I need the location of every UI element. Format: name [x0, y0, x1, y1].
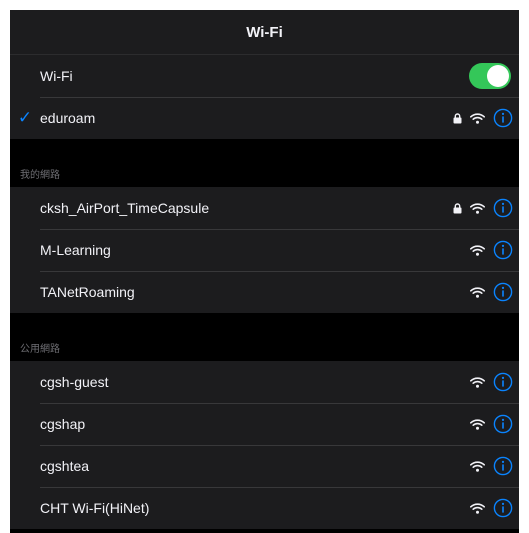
- wifi-main-group: Wi-Fi ✓ eduroam: [10, 55, 519, 139]
- info-icon[interactable]: [493, 414, 513, 434]
- wifi-icon: [470, 112, 485, 124]
- public-networks-group: cgsh-guest cgshap cgshtea CHT Wi-Fi(HiNe…: [10, 361, 519, 529]
- network-row[interactable]: M-Learning: [10, 229, 519, 271]
- lock-icon: [453, 112, 462, 124]
- network-name: M-Learning: [40, 242, 111, 258]
- wifi-toggle-label: Wi-Fi: [40, 68, 73, 84]
- network-icons: [453, 198, 513, 218]
- network-icons: [470, 498, 513, 518]
- toggle-knob: [487, 65, 509, 87]
- network-name: cksh_AirPort_TimeCapsule: [40, 200, 210, 216]
- wifi-icon: [470, 502, 485, 514]
- info-icon[interactable]: [493, 108, 513, 128]
- info-icon[interactable]: [493, 198, 513, 218]
- network-row[interactable]: TANetRoaming: [10, 271, 519, 313]
- network-name: eduroam: [40, 110, 96, 126]
- network-icons: [470, 282, 513, 302]
- network-name: cgshtea: [40, 458, 90, 474]
- network-name: cgshap: [40, 416, 86, 432]
- network-icons: [470, 456, 513, 476]
- wifi-icon: [470, 286, 485, 298]
- network-row[interactable]: cgsh-guest: [10, 361, 519, 403]
- network-icons: [453, 108, 513, 128]
- network-row[interactable]: cgshap: [10, 403, 519, 445]
- my-networks-section-gap: 我的網路: [10, 139, 519, 187]
- network-name: cgsh-guest: [40, 374, 109, 390]
- my-networks-header: 我的網路: [20, 170, 60, 181]
- my-networks-group: cksh_AirPort_TimeCapsule M-Learning TANe…: [10, 187, 519, 313]
- wifi-icon: [470, 460, 485, 472]
- navigation-bar: Wi-Fi: [10, 10, 519, 55]
- network-icons: [470, 414, 513, 434]
- network-row[interactable]: cgshtea: [10, 445, 519, 487]
- network-icons: [470, 240, 513, 260]
- page-title: Wi-Fi: [246, 23, 283, 41]
- network-row[interactable]: cksh_AirPort_TimeCapsule: [10, 187, 519, 229]
- checkmark-icon: ✓: [17, 108, 33, 127]
- info-icon[interactable]: [493, 456, 513, 476]
- public-networks-header: 公用網路: [20, 344, 60, 355]
- info-icon[interactable]: [493, 240, 513, 260]
- wifi-settings-screen: Wi-Fi Wi-Fi ✓ eduroam 我的網路 cksh_AirPort_…: [10, 10, 519, 533]
- connected-network-row[interactable]: ✓ eduroam: [10, 97, 519, 139]
- network-name: CHT Wi-Fi(HiNet): [40, 500, 150, 516]
- info-icon[interactable]: [493, 498, 513, 518]
- wifi-toggle-switch[interactable]: [469, 63, 511, 89]
- wifi-icon: [470, 418, 485, 430]
- network-name: TANetRoaming: [40, 284, 135, 300]
- info-icon[interactable]: [493, 282, 513, 302]
- wifi-icon: [470, 376, 485, 388]
- network-row[interactable]: CHT Wi-Fi(HiNet): [10, 487, 519, 529]
- wifi-toggle-row: Wi-Fi: [10, 55, 519, 97]
- lock-icon: [453, 202, 462, 214]
- info-icon[interactable]: [493, 372, 513, 392]
- wifi-icon: [470, 202, 485, 214]
- network-icons: [470, 372, 513, 392]
- public-networks-section-gap: 公用網路: [10, 313, 519, 361]
- wifi-icon: [470, 244, 485, 256]
